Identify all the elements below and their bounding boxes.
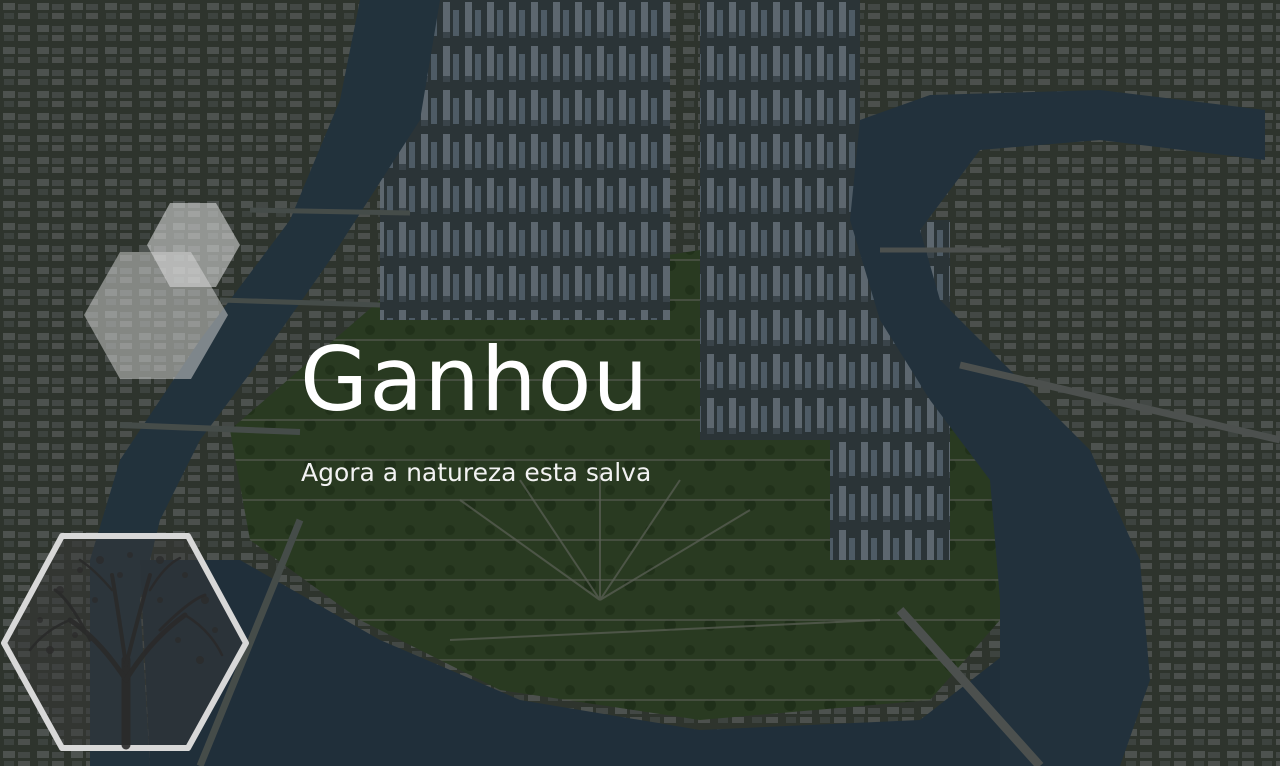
slide-title: Ganhou	[300, 328, 650, 431]
slide-subtitle: Agora a natureza esta salva	[301, 458, 652, 487]
slide: Ganhou Agora a natureza esta salva	[0, 0, 1280, 766]
